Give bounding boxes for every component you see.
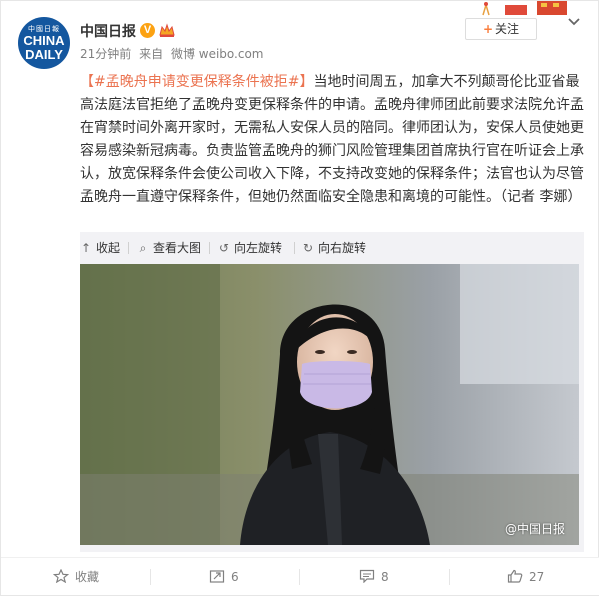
post-photo[interactable]: @中国日报 [80,264,579,545]
view-large-button[interactable]: ⌕ 查看大图 [137,241,201,255]
photo-woman-in-mask [80,264,579,545]
divider [128,242,129,254]
avatar-text-china: CHINA [23,33,65,48]
weibo-post-card: 中國日報 CHINA DAILY 中国日报 V 21分钟前 来自 微博 weib… [0,0,599,596]
divider [209,242,210,254]
divider [294,242,295,254]
photo-watermark: @中国日报 [504,522,565,536]
collapse-label: 收起 [96,241,121,255]
comment-button[interactable]: 8 [359,569,389,585]
rotate-right-button[interactable]: ↻ 向右旋转 [302,241,366,255]
star-icon [53,569,69,583]
rotate-left-label: 向左旋转 [234,241,283,255]
chevron-down-icon[interactable] [567,17,581,27]
repost-count: 6 [231,570,239,584]
divider [150,569,151,585]
repost-button[interactable]: 6 [209,569,239,585]
rotate-right-label: 向右旋转 [318,241,367,255]
action-bar: 收藏 6 8 27 [1,557,599,595]
like-count: 27 [529,570,545,584]
post-text: 当地时间周五，加拿大不列颠哥伦比亚省最高法庭法官拒绝了孟晚舟变更保释条件的申请。… [80,74,584,205]
account-avatar[interactable]: 中國日報 CHINA DAILY [18,17,70,69]
repost-icon [209,570,225,583]
festive-decoration-icon [482,1,567,16]
follow-label: 关注 [495,22,520,36]
rotate-left-icon: ↺ [218,241,230,255]
divider [299,569,300,585]
divider [449,569,450,585]
follow-button[interactable]: + 关注 [465,18,537,40]
post-content: 【#孟晚舟申请变更保释条件被拒#】当地时间周五，加拿大不列颠哥伦比亚省最高法庭法… [80,71,584,209]
comment-icon [359,569,375,583]
magnifier-icon: ⌕ [139,241,147,255]
avatar-text-daily: DAILY [25,47,63,62]
view-large-label: 查看大图 [153,241,202,255]
account-name[interactable]: 中国日报 [80,21,136,41]
arrow-up-icon: ↑ [80,241,92,255]
favorite-button[interactable]: 收藏 [53,569,99,585]
source-prefix: 来自 [139,47,164,61]
favorite-label: 收藏 [75,570,100,584]
source-app[interactable]: 微博 weibo.com [171,47,264,61]
topic-tag[interactable]: 【#孟晚舟申请变更保释条件被拒#】 [80,74,313,90]
rotate-left-button[interactable]: ↺ 向左旋转 [218,241,282,255]
comment-count: 8 [381,570,389,584]
post-time[interactable]: 21分钟前 [80,47,131,61]
media-box: ↑ 收起 ⌕ 查看大图 ↺ 向左旋转 ↻ 向右旋转 @中国日报 [80,232,584,552]
post-meta: 21分钟前 来自 微博 weibo.com [80,45,268,62]
like-button[interactable]: 27 [507,569,544,585]
vip-crown-icon [159,23,175,37]
collapse-button[interactable]: ↑ 收起 [80,241,120,255]
rotate-right-icon: ↻ [302,241,314,255]
verified-icon: V [140,23,155,38]
plus-icon: + [482,22,494,36]
thumbs-up-icon [507,569,523,583]
media-toolbar: ↑ 收起 ⌕ 查看大图 ↺ 向左旋转 ↻ 向右旋转 [80,232,584,264]
